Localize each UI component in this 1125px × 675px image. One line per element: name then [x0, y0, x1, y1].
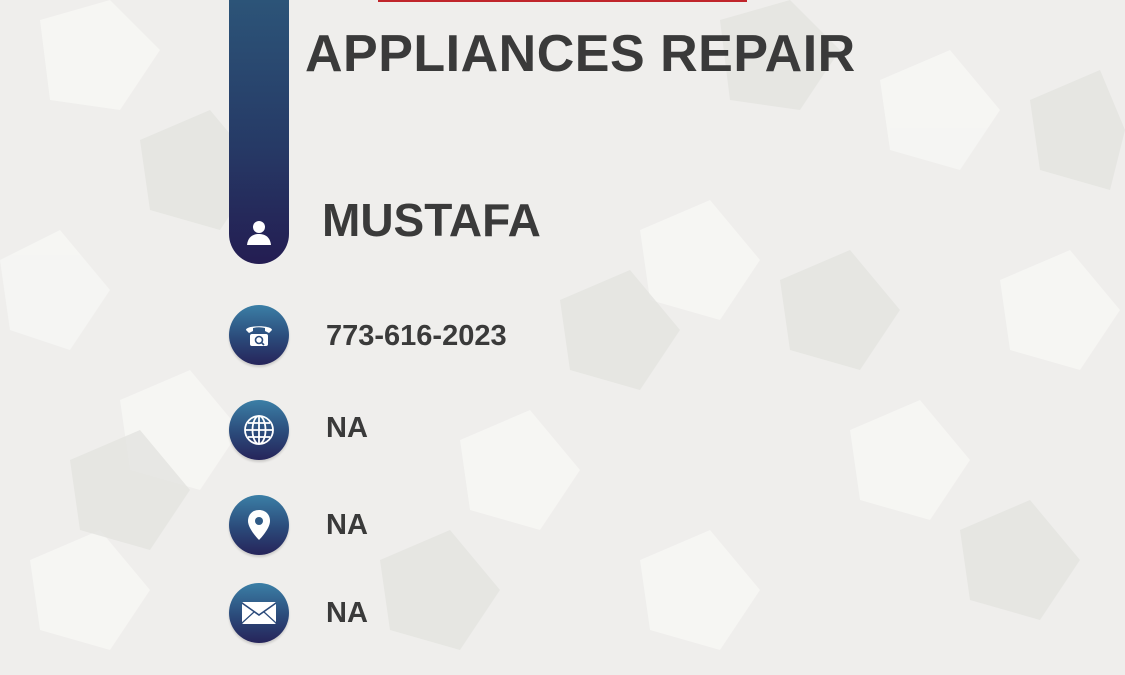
phone-icon	[246, 326, 272, 346]
business-title: APPLIANCES REPAIR	[305, 25, 856, 83]
email-value[interactable]: NA	[326, 597, 368, 630]
name-accent-bar	[229, 0, 289, 264]
person-icon	[229, 212, 289, 252]
phone-number[interactable]: 773-616-2023	[326, 320, 507, 353]
globe-icon	[244, 415, 274, 445]
location-icon-badge[interactable]	[229, 495, 289, 555]
email-icon-badge[interactable]	[229, 583, 289, 643]
phone-icon-badge[interactable]	[229, 305, 289, 365]
address-value[interactable]: NA	[326, 509, 368, 542]
website-icon-badge[interactable]	[229, 400, 289, 460]
location-pin-icon	[248, 510, 270, 540]
mail-icon	[241, 602, 277, 624]
website-value[interactable]: NA	[326, 412, 368, 445]
hexagon-pattern-background	[0, 0, 1125, 675]
contact-name: MUSTAFA	[322, 194, 541, 246]
accent-red-line	[378, 0, 747, 2]
